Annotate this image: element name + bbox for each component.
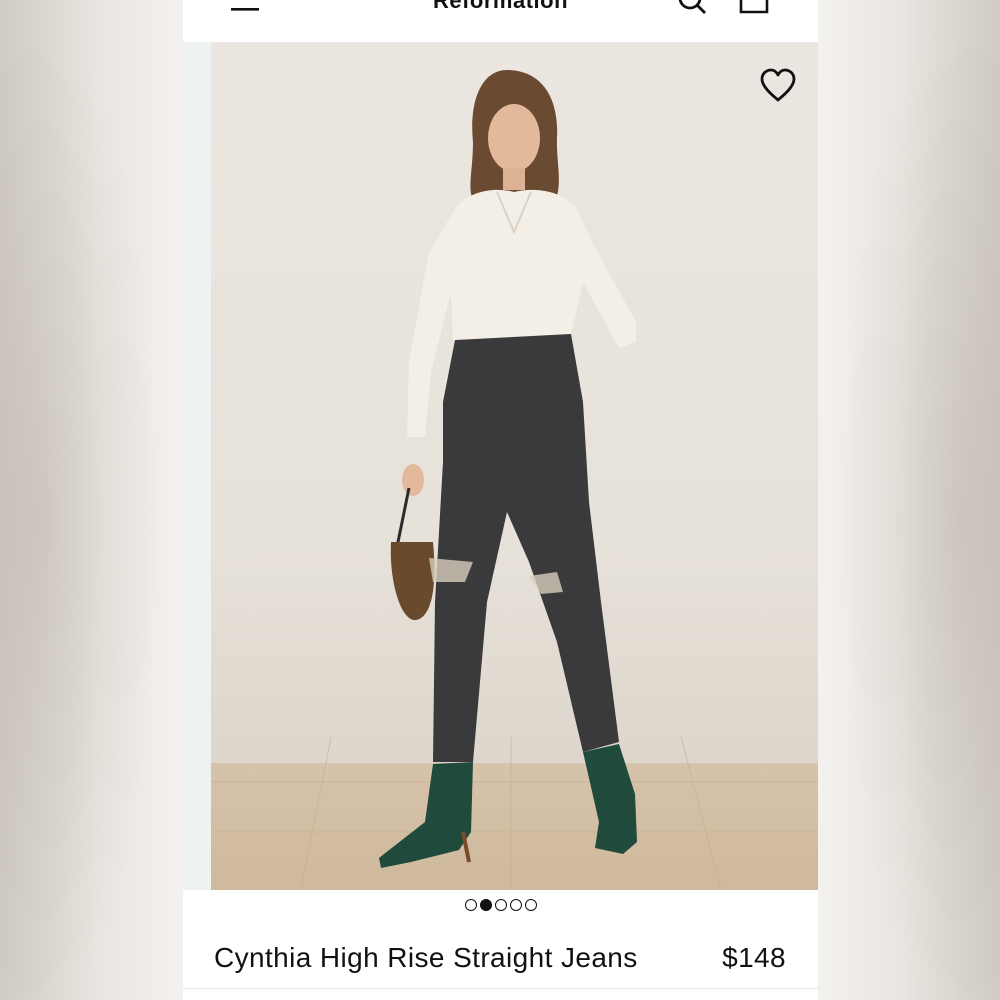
divider <box>183 988 818 989</box>
product-image[interactable] <box>211 42 818 890</box>
top-navigation-bar: Reformation <box>183 0 818 42</box>
shopping-bag-icon[interactable] <box>739 0 769 16</box>
product-page: Reformation Cynthia High Rise Straight J… <box>183 0 818 1000</box>
carousel-dot-3[interactable] <box>494 899 507 911</box>
previous-slide-peek <box>183 42 211 890</box>
carousel-pagination <box>183 899 818 917</box>
model-photo <box>211 70 818 890</box>
product-price: $148 <box>722 942 786 973</box>
product-title: Cynthia High Rise Straight Jeans <box>214 942 638 973</box>
carousel-dot-5[interactable] <box>524 899 537 911</box>
carousel-dot-4[interactable] <box>509 899 522 911</box>
brand-logo[interactable]: Reformation <box>183 0 818 14</box>
carousel-dot-2-active[interactable] <box>479 899 492 911</box>
search-icon[interactable] <box>678 0 708 16</box>
carousel-dot-1[interactable] <box>464 899 477 911</box>
heart-icon[interactable] <box>758 68 798 104</box>
